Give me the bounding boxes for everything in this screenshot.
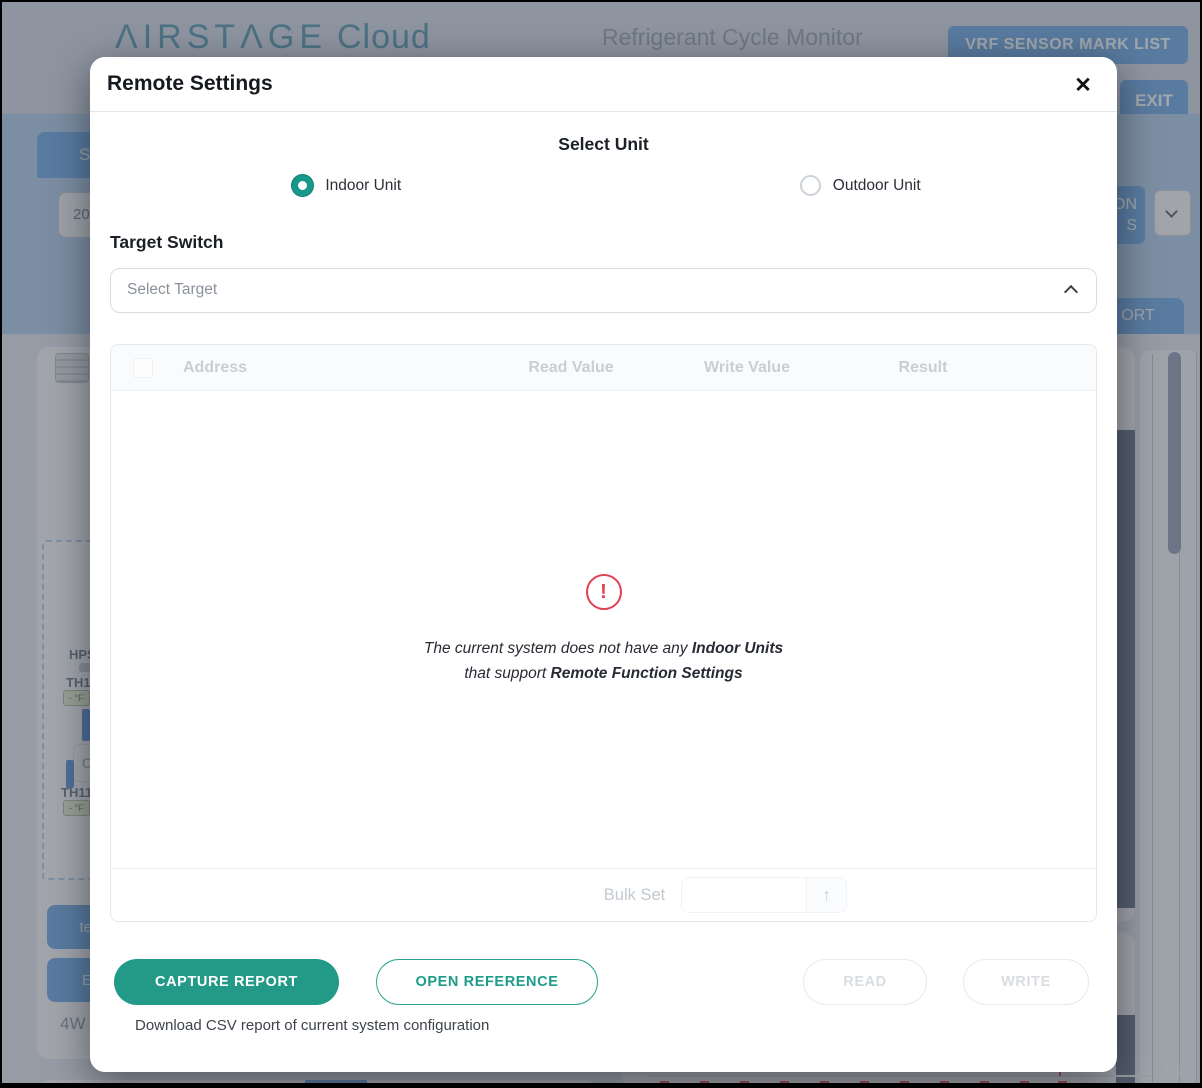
dialog-header: Remote Settings ✕ (90, 57, 1117, 112)
outdoor-unit-label: Outdoor Unit (833, 177, 921, 195)
target-switch-heading: Target Switch (110, 232, 1117, 253)
bulk-set-apply-icon: ↑ (806, 878, 846, 912)
open-reference-button[interactable]: OPEN REFERENCE (376, 959, 598, 1005)
indoor-unit-radio[interactable] (292, 175, 313, 196)
bulk-set-group: Bulk Set ↑ (604, 877, 847, 913)
bulk-set-input (682, 878, 806, 912)
column-header-read-value: Read Value (483, 359, 659, 377)
outdoor-unit-option[interactable]: Outdoor Unit (604, 175, 1118, 196)
table-footer-row: Bulk Set ↑ (111, 868, 1096, 921)
empty-line2-text: that support (464, 665, 550, 682)
dialog-title: Remote Settings (107, 72, 273, 96)
empty-state-line1: The current system does not have any Ind… (424, 636, 783, 661)
bulk-set-label: Bulk Set (604, 886, 665, 905)
target-select-placeholder: Select Target (127, 281, 217, 298)
column-header-write-value: Write Value (659, 359, 835, 377)
app-window: ΛIRSTΛGECloud Refrigerant Cycle Monitor … (0, 0, 1202, 1088)
dialog-action-row: CAPTURE REPORT OPEN REFERENCE READ WRITE (114, 959, 1089, 1005)
table-empty-state: ! The current system does not have any I… (111, 391, 1096, 868)
table-header-row: Address Read Value Write Value Result (111, 345, 1096, 391)
write-button: WRITE (963, 959, 1089, 1005)
bulk-set-field: ↑ (681, 877, 847, 913)
indoor-unit-option[interactable]: Indoor Unit (90, 175, 604, 196)
read-button: READ (803, 959, 927, 1005)
target-select-dropdown[interactable]: Select Target (110, 268, 1097, 313)
empty-state-message: The current system does not have any Ind… (424, 636, 783, 686)
close-icon[interactable]: ✕ (1067, 69, 1099, 101)
indoor-unit-label: Indoor Unit (325, 177, 401, 195)
empty-line1-text: The current system does not have any (424, 640, 692, 657)
empty-line2-bold: Remote Function Settings (551, 665, 743, 682)
select-unit-heading: Select Unit (90, 134, 1117, 155)
outdoor-unit-radio[interactable] (800, 175, 821, 196)
unit-type-radio-group: Indoor Unit Outdoor Unit (90, 175, 1117, 196)
capture-report-button[interactable]: CAPTURE REPORT (114, 959, 339, 1005)
select-all-checkbox (133, 358, 153, 378)
column-header-address: Address (153, 359, 483, 377)
empty-line1-bold: Indoor Units (692, 640, 783, 657)
alert-icon: ! (586, 574, 622, 610)
switch-table: Address Read Value Write Value Result ! … (110, 344, 1097, 922)
column-header-result: Result (835, 359, 1011, 377)
empty-state-line2: that support Remote Function Settings (424, 661, 783, 686)
chevron-up-icon (1064, 285, 1078, 299)
remote-settings-dialog: Remote Settings ✕ Select Unit Indoor Uni… (90, 57, 1117, 1072)
capture-report-caption: Download CSV report of current system co… (135, 1017, 1117, 1034)
